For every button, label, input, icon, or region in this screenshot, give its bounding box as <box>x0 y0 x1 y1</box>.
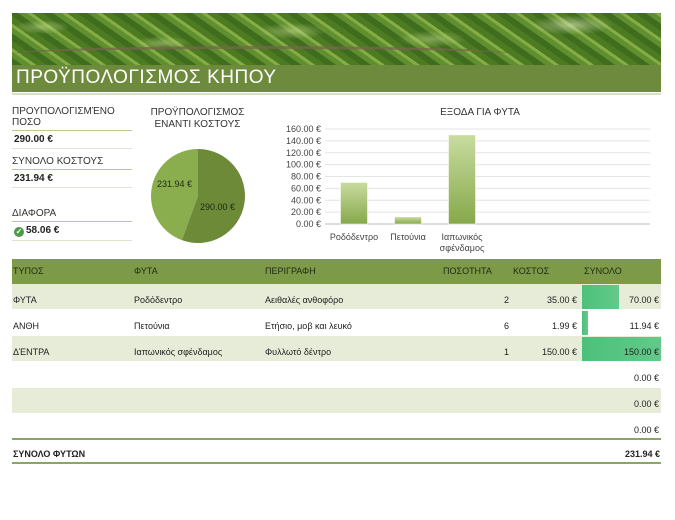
table-row[interactable]: 0.00 € <box>12 414 661 440</box>
cell-plant[interactable]: Ροδόδεντρο <box>134 295 182 305</box>
cell-description[interactable]: Αειθαλές ανθοφόρο <box>265 295 343 305</box>
cell-quantity[interactable]: 1 <box>504 347 509 357</box>
cell-total[interactable]: 150.00 € <box>624 347 659 357</box>
page-title[interactable]: ΠΡΟΫΠΟΛΟΓΙΣΜΟΣ ΚΗΠΟΥ <box>16 67 277 89</box>
cell-plant[interactable]: Πετούνια <box>134 321 170 331</box>
cell-total[interactable]: 0.00 € <box>634 425 659 435</box>
budget-label: ΠΡΟΥΠΟΛΟΓΙΣΜΈΝΟ ΠΟΣΟ <box>12 106 132 131</box>
budget-stat: ΠΡΟΥΠΟΛΟΓΙΣΜΈΝΟ ΠΟΣΟ 290.00 € <box>12 106 132 149</box>
header-total[interactable]: ΣΥΝΟΛΟ <box>584 266 622 276</box>
cost-label: ΣΥΝΟΛΟ ΚΟΣΤΟΥΣ <box>12 156 132 170</box>
x-category-label: Πετούνια <box>390 232 426 242</box>
cell-cost[interactable]: 35.00 € <box>547 295 577 305</box>
difference-label: ΔΙΑΦΟΡΑ <box>12 208 132 222</box>
header-cost[interactable]: ΚΟΣΤΟΣ <box>513 266 549 276</box>
footer-total[interactable]: 231.94 € <box>625 449 660 459</box>
y-tick-label: 20.00 € <box>291 207 321 217</box>
cell-description[interactable]: Φυλλωτό δέντρο <box>265 347 331 357</box>
cell-quantity[interactable]: 2 <box>504 295 509 305</box>
table-row[interactable]: 0.00 € <box>12 388 661 414</box>
y-tick-label: 60.00 € <box>291 183 321 193</box>
table-row[interactable]: ΑΝΘΗ Πετούνια Ετήσιο, μοβ και λευκό 6 1.99 €… <box>12 310 661 336</box>
cell-type[interactable]: ΔΈΝΤΡΑ <box>13 347 49 357</box>
y-tick-label: 80.00 € <box>291 172 321 182</box>
table-header: ΤΥΠΟΣ ΦΥΤΑ ΠΕΡΙΓΡΑΦΗ ΠΟΣΟΤΗΤΑ ΚΟΣΤΟΣ ΣΥΝ… <box>12 259 661 284</box>
pie-title-line1: ΠΡΟΫΠΟΛΟΓΙΣΜΟΣ <box>150 107 245 118</box>
cell-total[interactable]: 11.94 € <box>630 321 659 331</box>
header-plants[interactable]: ΦΥΤΑ <box>134 266 158 276</box>
cell-total[interactable]: 0.00 € <box>634 373 659 383</box>
table-row[interactable]: ΦΥΤΑ Ροδόδεντρο Αειθαλές ανθοφόρο 2 35.00 € 7… <box>12 284 661 310</box>
y-tick-label: 0.00 € <box>296 219 321 229</box>
cell-type[interactable]: ΑΝΘΗ <box>13 321 39 331</box>
bar[interactable] <box>340 182 368 225</box>
x-category-label: σφένδαμος <box>440 243 485 253</box>
header-banner: ΠΡΟΫΠΟΛΟΓΙΣΜΟΣ ΚΗΠΟΥ <box>12 13 661 92</box>
y-tick-label: 160.00 € <box>286 124 321 134</box>
budget-value[interactable]: 290.00 € <box>12 134 132 149</box>
pie-chart[interactable]: 231.94 € 290.00 € <box>150 148 246 244</box>
y-tick-label: 120.00 € <box>286 148 321 158</box>
total-databar <box>582 285 619 309</box>
cell-cost[interactable]: 1.99 € <box>552 321 577 331</box>
footer-label[interactable]: ΣΥΝΟΛΟ ΦΥΤΩΝ <box>13 449 85 459</box>
cost-value[interactable]: 231.94 € <box>12 173 132 188</box>
bar[interactable] <box>394 216 422 225</box>
header-quantity[interactable]: ΠΟΣΟΤΗΤΑ <box>443 266 492 276</box>
bar-chart[interactable]: 0.00 € 20.00 € 40.00 € 60.00 €80.00 € 100.00… <box>270 120 665 256</box>
cell-total[interactable]: 0.00 € <box>634 399 659 409</box>
y-tick-label: 140.00 € <box>286 136 321 146</box>
cell-total[interactable]: 70.00 € <box>629 295 659 305</box>
table-row[interactable]: ΔΈΝΤΡΑ Ιαπωνικός σφένδαμος Φυλλωτό δέντρο 1… <box>12 336 661 362</box>
cell-description[interactable]: Ετήσιο, μοβ και λευκό <box>265 321 352 331</box>
cost-stat: ΣΥΝΟΛΟ ΚΟΣΤΟΥΣ 231.94 € <box>12 156 132 188</box>
cell-plant[interactable]: Ιαπωνικός σφένδαμος <box>134 347 222 357</box>
title-bar: ΠΡΟΫΠΟΛΟΓΙΣΜΟΣ ΚΗΠΟΥ <box>12 65 661 92</box>
pie-label-budget: 290.00 € <box>200 202 235 212</box>
table-footer-row: ΣΥΝΟΛΟ ΦΥΤΩΝ 231.94 € <box>12 438 661 464</box>
cell-quantity[interactable]: 6 <box>504 321 509 331</box>
header-divider <box>12 93 661 95</box>
cell-cost[interactable]: 150.00 € <box>542 347 577 357</box>
y-tick-label: 100.00 € <box>286 160 321 170</box>
banner-basket-rim <box>12 46 512 62</box>
pie-chart-title: ΠΡΟΫΠΟΛΟΓΙΣΜΟΣ ΕΝΑΝΤΙ ΚΟΣΤΟΥΣ <box>140 107 255 131</box>
check-circle-icon: ✓ <box>14 227 24 237</box>
y-tick-label: 40.00 € <box>291 195 321 205</box>
difference-stat: ΔΙΑΦΟΡΑ ✓ 58.06 € <box>12 208 132 241</box>
bar[interactable] <box>448 134 476 225</box>
table-row[interactable]: 0.00 € <box>12 362 661 388</box>
pie-label-cost: 231.94 € <box>157 179 192 189</box>
cell-type[interactable]: ΦΥΤΑ <box>13 295 37 305</box>
x-category-label: Ιαπωνικός <box>441 232 483 242</box>
total-databar <box>582 311 588 335</box>
difference-value: 58.06 € <box>26 225 60 236</box>
header-description[interactable]: ΠΕΡΙΓΡΑΦΗ <box>265 266 316 276</box>
pie-title-line2: ΕΝΑΝΤΙ ΚΟΣΤΟΥΣ <box>154 119 241 130</box>
x-category-label: Ροδόδεντρο <box>330 232 378 242</box>
difference-value-cell[interactable]: ✓ 58.06 € <box>12 225 132 241</box>
bar-chart-title: ΕΞΟΔΑ ΓΙΑ ΦΥΤΑ <box>440 107 520 118</box>
header-type[interactable]: ΤΥΠΟΣ <box>13 266 44 276</box>
